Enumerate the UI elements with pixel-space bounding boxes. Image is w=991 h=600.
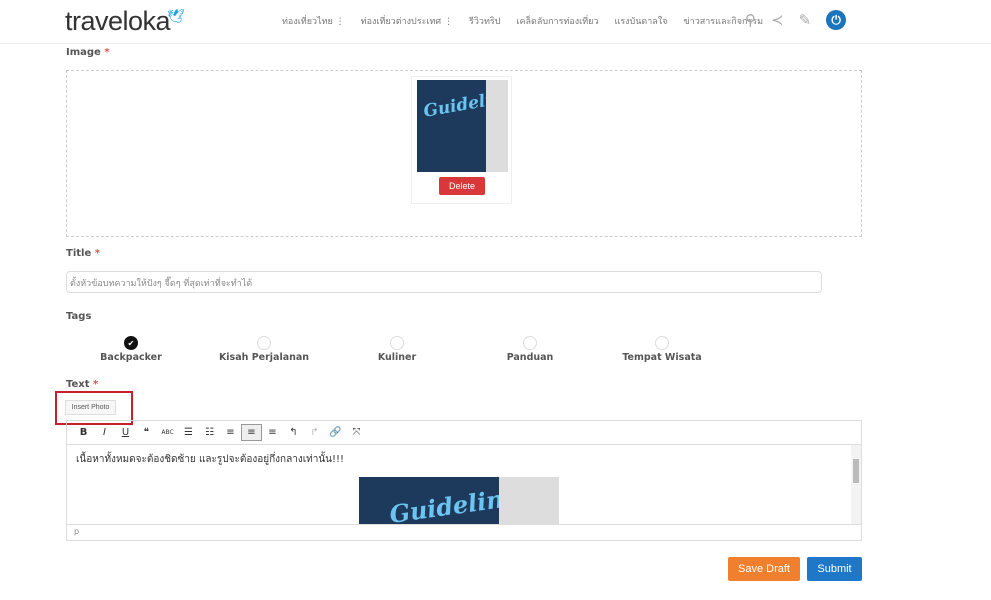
uploaded-image: Guideline	[417, 80, 508, 172]
link-icon[interactable]: 🔗	[325, 424, 346, 441]
bird-icon: 🕊	[166, 8, 185, 24]
redo-icon[interactable]: ↱	[304, 424, 325, 441]
tag-backpacker[interactable]: ✔ Backpacker	[71, 336, 191, 363]
align-center-icon[interactable]: ≡	[241, 424, 262, 441]
pencil-icon[interactable]: ✎	[799, 11, 812, 29]
fullscreen-icon[interactable]: ⤧	[346, 424, 367, 441]
editor-content[interactable]: เนื้อหาทั้งหมดจะต้องชิดซ้าย และรูปจะต้อง…	[67, 445, 851, 525]
tag-tempat-wisata[interactable]: Tempat Wisata	[602, 336, 722, 363]
editor-toolbar: B I U ❝ ABC ☰ ☷ ≡ ≡ ≡ ↰ ↱ 🔗 ⤧	[67, 421, 861, 445]
check-icon: ✔	[124, 336, 138, 350]
submit-button[interactable]: Submit	[807, 557, 862, 581]
image-label: Image *	[66, 47, 110, 58]
tag-kisah-perjalanan[interactable]: Kisah Perjalanan	[204, 336, 324, 363]
tag-panduan[interactable]: Panduan	[470, 336, 590, 363]
rich-text-editor: B I U ❝ ABC ☰ ☷ ≡ ≡ ≡ ↰ ↱ 🔗 ⤧ เนื้อหาทั้…	[66, 420, 862, 541]
underline-icon[interactable]: U	[115, 424, 136, 441]
nav-thai-travel[interactable]: ท่องเที่ยวไทย ⋮	[282, 14, 345, 28]
main-nav: ท่องเที่ยวไทย ⋮ ท่องเที่ยวต่างประเทศ ⋮ ร…	[282, 14, 763, 28]
editor-scrollbar[interactable]	[851, 445, 861, 525]
editor-statusbar: p	[67, 524, 861, 540]
delete-image-button[interactable]: Delete	[439, 177, 485, 195]
numbered-list-icon[interactable]: ☷	[199, 424, 220, 441]
logo-text: traveloka	[65, 6, 171, 36]
radio-icon	[257, 336, 271, 350]
tags-label: Tags	[66, 311, 92, 322]
search-icon[interactable]: ⚲	[745, 11, 756, 29]
top-header: traveloka 🕊 ท่องเที่ยวไทย ⋮ ท่องเที่ยวต่า…	[0, 0, 991, 44]
traveloka-logo[interactable]: traveloka 🕊	[65, 6, 185, 37]
nav-inspiration[interactable]: แรงบันดาลใจ	[615, 14, 668, 28]
text-label: Text *	[66, 379, 99, 390]
nav-overseas-travel[interactable]: ท่องเที่ยวต่างประเทศ ⋮	[361, 14, 453, 28]
radio-icon	[390, 336, 404, 350]
editor-text: เนื้อหาทั้งหมดจะต้องชิดซ้าย และรูปจะต้อง…	[76, 454, 345, 465]
radio-icon	[655, 336, 669, 350]
undo-icon[interactable]: ↰	[283, 424, 304, 441]
title-label: Title *	[66, 248, 100, 259]
insert-photo-button[interactable]: Insert Photo	[65, 400, 116, 415]
italic-icon[interactable]: I	[94, 424, 115, 441]
radio-icon	[523, 336, 537, 350]
nav-travel-tips[interactable]: เคล็ดลับการท่องเที่ยว	[516, 14, 598, 28]
bullet-list-icon[interactable]: ☰	[178, 424, 199, 441]
title-input[interactable]: ตั้งหัวข้อบทความให้ปังๆ จี๊ดๆ ที่สุดเท่า…	[66, 271, 822, 293]
tag-kuliner[interactable]: Kuliner	[337, 336, 457, 363]
share-icon[interactable]: ≺	[771, 11, 784, 29]
image-preview: Guideline Delete	[411, 76, 512, 204]
nav-trip-review[interactable]: รีวิวทริป	[469, 14, 500, 28]
save-draft-button[interactable]: Save Draft	[728, 557, 800, 581]
editor-image: Guideline	[359, 477, 559, 525]
align-right-icon[interactable]: ≡	[262, 424, 283, 441]
align-left-icon[interactable]: ≡	[220, 424, 241, 441]
power-icon[interactable]: ⏻	[826, 10, 847, 30]
quote-icon[interactable]: ❝	[136, 424, 157, 441]
strikethrough-icon[interactable]: ABC	[157, 424, 178, 441]
bold-icon[interactable]: B	[73, 424, 94, 441]
